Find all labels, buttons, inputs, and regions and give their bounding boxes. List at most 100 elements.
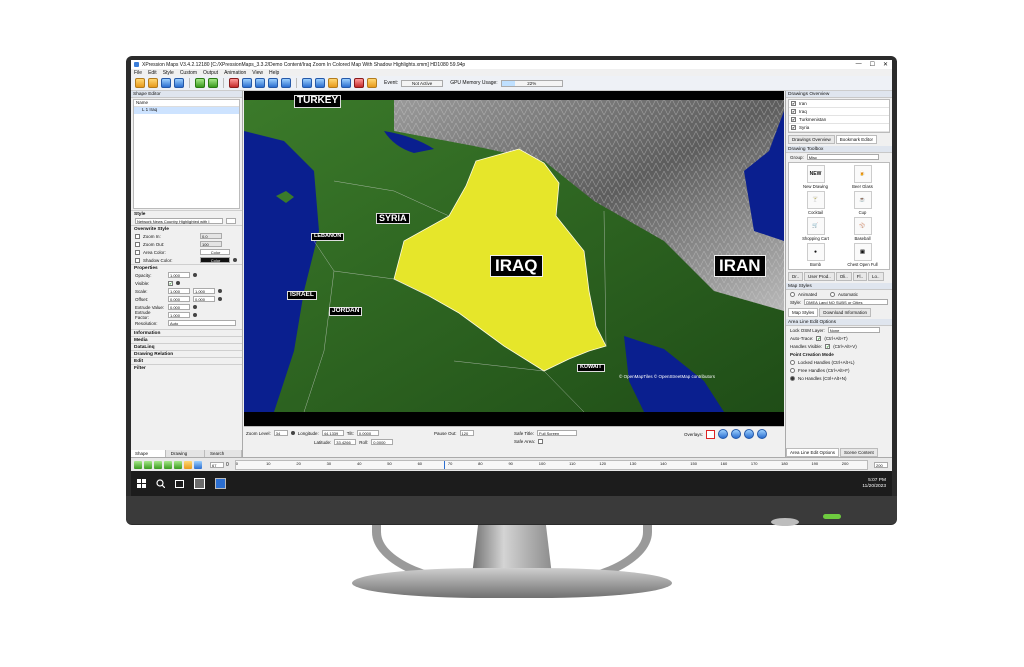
label-lebanon[interactable]: LEBANON <box>311 233 345 241</box>
open-folder-icon[interactable] <box>148 78 158 88</box>
menu-custom[interactable]: Custom <box>180 70 197 76</box>
item-checkbox[interactable]: ✔ <box>791 125 796 130</box>
minimize-button[interactable]: — <box>856 61 862 68</box>
list-item[interactable]: ✔ Syria <box>789 124 889 132</box>
offset-y-input[interactable]: 0.000 <box>193 296 215 302</box>
overlay-globe-icon[interactable] <box>744 429 755 439</box>
tool-shopping-cart[interactable]: 🛒 Shopping Cart <box>793 217 838 241</box>
shape-list-row[interactable]: L 1 Iraq <box>134 107 239 114</box>
opacity-input[interactable]: 1.000 <box>168 272 190 278</box>
animated-radio[interactable] <box>790 291 795 297</box>
label-kuwait[interactable]: KUWAIT <box>577 364 605 372</box>
zoom-in-input[interactable]: 0.0 <box>200 233 222 239</box>
list-item[interactable]: ✔ Turkmenistan <box>789 116 889 124</box>
locked-handles-radio[interactable] <box>790 359 795 365</box>
search-icon[interactable] <box>156 479 165 488</box>
reset-dot-icon[interactable] <box>193 305 197 309</box>
tab-bookmark-editor[interactable]: Bookmark Editor <box>835 135 878 144</box>
layout-icon[interactable] <box>268 78 278 88</box>
system-clock[interactable]: 5:07 PM 11/20/2023 <box>862 478 886 490</box>
reset-dot-icon[interactable] <box>193 313 197 317</box>
overlay-globe-icon[interactable] <box>718 429 729 439</box>
filter-section[interactable]: Filter <box>131 364 242 371</box>
reset-dot-icon[interactable] <box>176 281 180 285</box>
tab-user-prod[interactable]: User Prod.. <box>804 272 835 281</box>
tab-drawings-overview[interactable]: Drawings Overview <box>788 135 835 144</box>
latitude-input[interactable]: 33.4266 <box>334 439 357 445</box>
overwrite-style-section[interactable]: Overwrite Style <box>131 225 242 232</box>
scale-y-input[interactable]: 1.000 <box>193 288 215 294</box>
settings-icon[interactable] <box>328 78 338 88</box>
scale-x-input[interactable]: 1.000 <box>168 288 190 294</box>
resolution-select[interactable]: Auto <box>168 320 236 326</box>
tab-map-styles[interactable]: Map Styles <box>788 308 819 317</box>
tool-chest-open-full[interactable]: ▣ Chest Open Full <box>840 243 885 267</box>
menu-style[interactable]: Style <box>163 70 174 76</box>
overlay-globe-icon[interactable] <box>757 429 768 439</box>
style-select[interactable]: Network News Country Highlighted with I <box>135 218 223 224</box>
no-handles-radio[interactable] <box>790 375 795 381</box>
item-checkbox[interactable]: ✔ <box>791 101 796 106</box>
area-color-checkbox[interactable] <box>135 249 140 255</box>
tool-baseball[interactable]: ⚾ Baseball <box>840 217 885 241</box>
map-viewport[interactable]: TURKEY SYRIA LEBANON IRAQ IRAN ISRAEL JO… <box>244 91 784 426</box>
new-file-icon[interactable] <box>135 78 145 88</box>
tool-cup[interactable]: ☕ Cup <box>840 191 885 215</box>
tab-search-editor[interactable]: Search Editor <box>206 450 242 463</box>
redo-icon[interactable] <box>208 78 218 88</box>
list-item[interactable]: ✔ Iraq <box>789 108 889 116</box>
overlay-pin-icon[interactable] <box>706 429 716 439</box>
tab-area-line-edit[interactable]: Area Line Edit Options <box>786 448 840 457</box>
reset-dot-icon[interactable] <box>290 431 295 435</box>
item-checkbox[interactable]: ✔ <box>791 117 796 122</box>
offset-x-input[interactable]: 0.000 <box>168 296 190 302</box>
window-icon[interactable] <box>242 78 252 88</box>
monitor-icon[interactable] <box>255 78 265 88</box>
record-icon[interactable] <box>354 78 364 88</box>
lock-osm-select[interactable]: None <box>827 327 880 333</box>
tab-drawing-editor[interactable]: Drawing Editor <box>167 450 205 463</box>
keyframe-icon[interactable] <box>184 460 192 469</box>
play-icon[interactable] <box>154 460 162 469</box>
tab-lo[interactable]: Lo.. <box>868 272 884 281</box>
handles-visible-checkbox[interactable]: ✔ <box>825 343 831 349</box>
render-icon[interactable] <box>302 78 312 88</box>
reset-dot-icon[interactable] <box>218 289 222 293</box>
visible-checkbox[interactable]: ✔ <box>168 280 173 286</box>
safe-area-checkbox[interactable] <box>538 439 544 444</box>
tab-dr[interactable]: Dr.. <box>788 272 804 281</box>
zoom-level-input[interactable]: 34 <box>273 430 288 436</box>
end-frame-input[interactable]: 200 <box>874 461 888 468</box>
style-section[interactable]: Style <box>131 210 242 217</box>
timeline-ruler[interactable]: 0 10 20 30 40 50 60 70 80 90 100 110 120 130 140 150 160… <box>234 459 868 470</box>
reset-dot-icon[interactable] <box>233 258 237 262</box>
label-israel[interactable]: ISRAEL <box>287 291 317 300</box>
tool-bomb[interactable]: ● Bomb <box>793 243 838 267</box>
zoom-in-checkbox[interactable] <box>135 233 140 239</box>
export-icon[interactable] <box>281 78 291 88</box>
properties-section[interactable]: Properties <box>131 264 242 271</box>
tab-oli[interactable]: Oli.. <box>835 272 852 281</box>
longitude-input[interactable]: 44.1339 <box>321 430 344 436</box>
drawing-relation-section[interactable]: Drawing Relation <box>131 350 242 357</box>
overlay-globe-icon[interactable] <box>731 429 742 439</box>
media-section[interactable]: Media <box>131 336 242 343</box>
output-icon[interactable] <box>341 78 351 88</box>
task-view-icon[interactable] <box>175 479 184 488</box>
zoom-out-checkbox[interactable] <box>135 241 140 247</box>
frame-input[interactable]: 67 <box>210 461 224 468</box>
loop-icon[interactable] <box>194 460 202 469</box>
save-icon[interactable] <box>161 78 171 88</box>
play-first-icon[interactable] <box>134 460 142 469</box>
tool-beer-glass[interactable]: 🍺 Beer Glass <box>840 165 885 189</box>
tab-shape-editor[interactable]: Shape Editor <box>131 450 166 463</box>
safe-title-select[interactable]: Full Screen <box>537 430 578 436</box>
zoom-out-input[interactable]: 100 <box>200 241 222 247</box>
play-back-icon[interactable] <box>144 460 152 469</box>
menu-help[interactable]: Help <box>269 70 279 76</box>
label-iraq[interactable]: IRAQ <box>490 255 543 277</box>
xpression-maps-taskbar-icon[interactable] <box>215 478 226 489</box>
playhead[interactable] <box>444 460 446 469</box>
free-handles-radio[interactable] <box>790 367 795 373</box>
maximize-button[interactable]: ☐ <box>870 61 875 68</box>
